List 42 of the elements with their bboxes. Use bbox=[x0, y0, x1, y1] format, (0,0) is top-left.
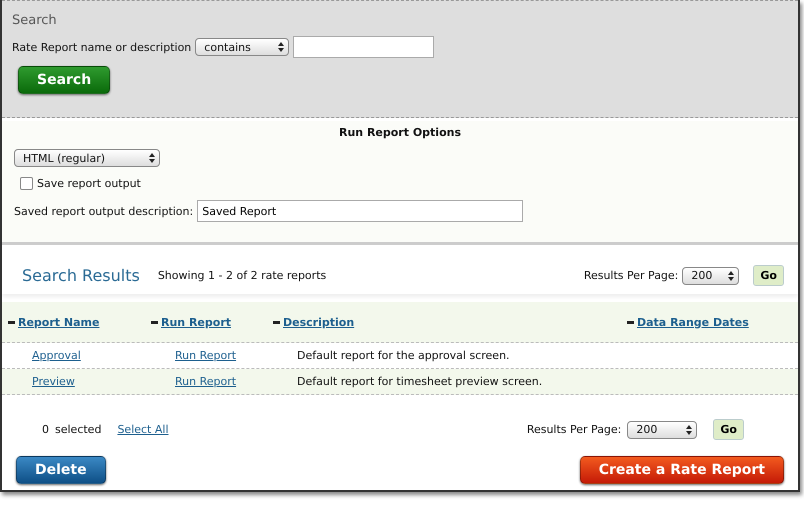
checkbox-label: Save report output bbox=[37, 177, 141, 190]
selected-label: selected bbox=[55, 423, 102, 436]
column-header[interactable]: Description bbox=[283, 316, 354, 328]
column-header[interactable]: Data Range Dates bbox=[637, 316, 749, 328]
stepper-icon bbox=[686, 424, 692, 434]
field-label: Rate Report name or description bbox=[12, 40, 192, 54]
run-report-link[interactable]: Run Report bbox=[175, 375, 236, 388]
collapse-icon[interactable] bbox=[273, 320, 280, 324]
description-cell: Default report for the approval screen. bbox=[297, 349, 510, 362]
create-report-button[interactable]: Create a Rate Report bbox=[580, 456, 784, 484]
report-link[interactable]: Preview bbox=[32, 375, 75, 388]
save-output-checkbox[interactable] bbox=[20, 177, 33, 190]
column-header[interactable]: Run Report bbox=[161, 316, 232, 328]
results-title: Search Results bbox=[22, 266, 140, 285]
format-select[interactable]: HTML (regular) bbox=[14, 149, 160, 167]
stepper-icon bbox=[278, 42, 284, 52]
run-report-link[interactable]: Run Report bbox=[175, 349, 236, 362]
description-field[interactable]: Saved Report bbox=[197, 200, 524, 222]
results-summary: Showing 1 - 2 of 2 rate reports bbox=[158, 269, 326, 282]
section-title: Search bbox=[12, 13, 58, 28]
delete-button[interactable]: Delete bbox=[16, 456, 106, 484]
stepper-icon bbox=[149, 153, 155, 163]
operator-select[interactable]: contains bbox=[195, 38, 290, 56]
column-header[interactable]: Report Name bbox=[18, 316, 100, 328]
select-all-link[interactable]: Select All bbox=[117, 423, 169, 436]
selected-count: 0 bbox=[42, 423, 49, 436]
per-page-label: Results Per Page: bbox=[584, 269, 678, 282]
section-title: Run Report Options bbox=[338, 126, 462, 139]
collapse-icon[interactable] bbox=[151, 320, 158, 324]
stepper-icon bbox=[728, 270, 734, 280]
report-link[interactable]: Approval bbox=[32, 349, 81, 362]
per-page-select[interactable]: 200 bbox=[682, 266, 740, 284]
description-cell: Default report for timesheet preview screen. bbox=[297, 375, 542, 388]
collapse-icon[interactable] bbox=[627, 320, 634, 324]
collapse-icon[interactable] bbox=[8, 320, 15, 324]
field-label: Saved report output description: bbox=[14, 204, 194, 218]
go-button[interactable]: Go bbox=[753, 265, 784, 286]
search-button[interactable]: Search bbox=[18, 66, 110, 94]
per-page-select[interactable]: 200 bbox=[627, 420, 698, 438]
per-page-label: Results Per Page: bbox=[526, 423, 622, 436]
go-button[interactable]: Go bbox=[713, 419, 744, 440]
search-field[interactable] bbox=[293, 36, 434, 58]
